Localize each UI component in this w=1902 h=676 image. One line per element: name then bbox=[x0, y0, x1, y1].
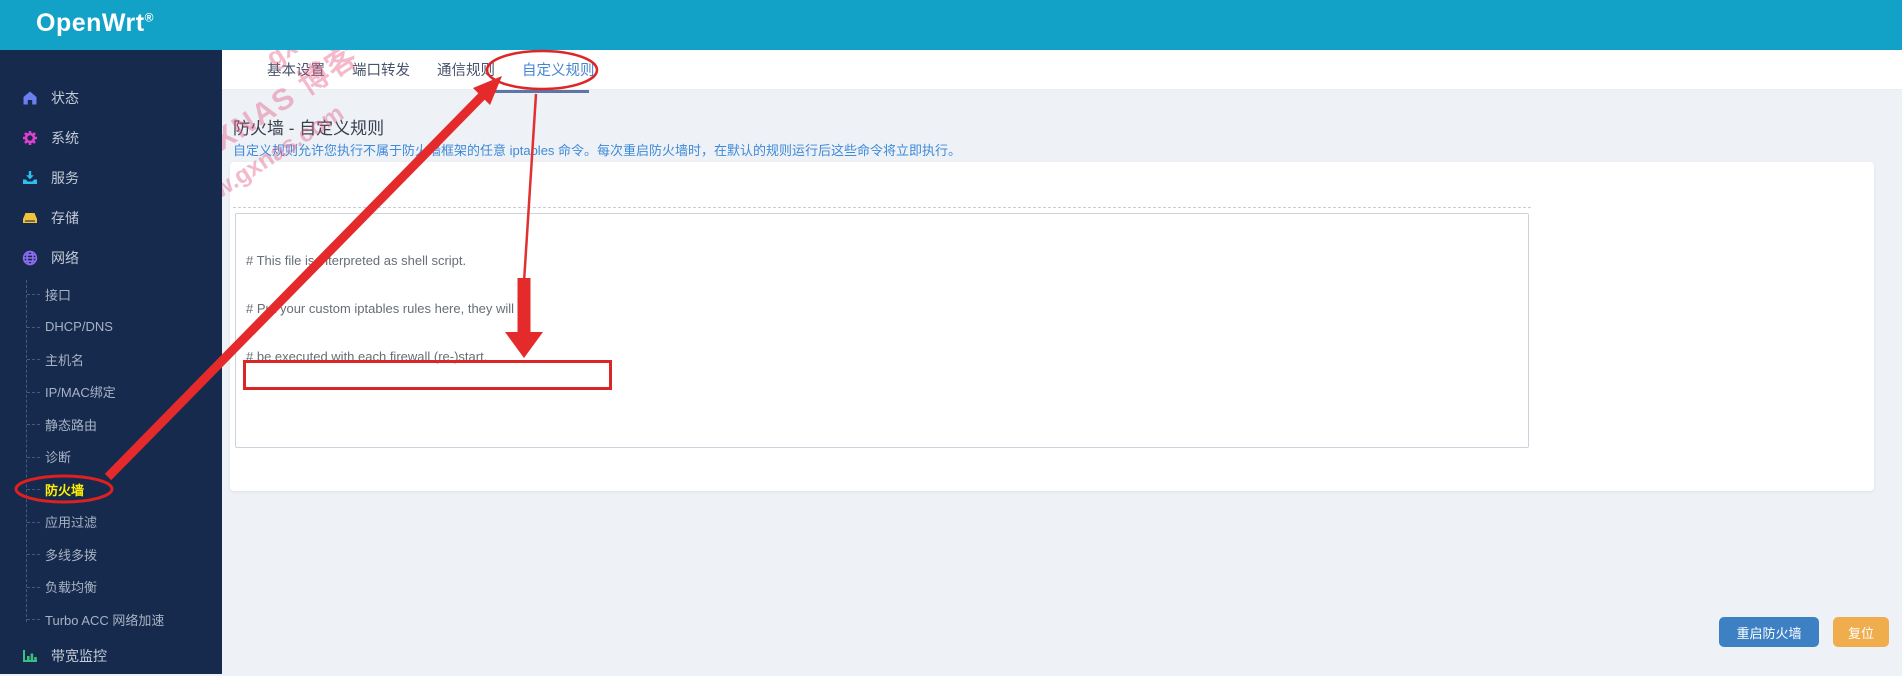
sidebar-item-load-balance[interactable]: 负载均衡 bbox=[0, 571, 222, 604]
restart-firewall-button[interactable]: 重启防火墙 bbox=[1719, 617, 1819, 647]
sub-item-label: 主机名 bbox=[45, 352, 85, 368]
sidebar-item-system[interactable]: 系统 bbox=[0, 118, 222, 158]
sub-item-label: 接口 bbox=[45, 287, 72, 303]
sidebar-item-label: 系统 bbox=[51, 130, 79, 146]
rule-line: # Put your custom iptables rules here, t… bbox=[246, 301, 515, 316]
rule-line: # Internal uci firewall chains are flush… bbox=[246, 445, 1518, 447]
globe-icon bbox=[22, 250, 38, 266]
textarea-resize-handle[interactable] bbox=[1514, 433, 1526, 445]
sidebar-item-bandwidth-monitor[interactable]: 带宽监控 bbox=[0, 636, 222, 676]
tab-traffic-rules[interactable]: 通信规则 bbox=[436, 59, 496, 80]
sidebar-item-label: 状态 bbox=[51, 90, 79, 106]
sidebar-item-status[interactable]: 状态 bbox=[0, 78, 222, 118]
sub-item-label: IP/MAC绑定 bbox=[45, 385, 116, 401]
storage-icon bbox=[22, 210, 38, 226]
sidebar-nav: 状态 系统 服务 存储 网络 接口 DHCP/DNS 主机名 IP/MAC绑定 … bbox=[0, 50, 222, 674]
section-divider bbox=[233, 207, 1531, 208]
sub-item-label: 负载均衡 bbox=[45, 580, 98, 596]
sidebar-item-dhcp-dns[interactable]: DHCP/DNS bbox=[0, 311, 222, 344]
network-submenu: 接口 DHCP/DNS 主机名 IP/MAC绑定 静态路由 诊断 防火墙 应用过… bbox=[0, 278, 222, 636]
sidebar-item-services[interactable]: 服务 bbox=[0, 158, 222, 198]
sub-item-label: 静态路由 bbox=[45, 417, 98, 433]
custom-rules-textarea[interactable]: # This file is interpreted as shell scri… bbox=[235, 213, 1529, 448]
sub-item-label: 应用过滤 bbox=[45, 515, 98, 531]
rule-line: # be executed with each firewall (re-)st… bbox=[246, 349, 488, 364]
sidebar-item-ip-mac-bind[interactable]: IP/MAC绑定 bbox=[0, 376, 222, 409]
tab-general-settings[interactable]: 基本设置 bbox=[266, 59, 326, 80]
sidebar-item-label: 带宽监控 bbox=[51, 647, 107, 664]
sub-item-label: 多线多拨 bbox=[45, 547, 98, 563]
sidebar-item-turbo-acc[interactable]: Turbo ACC 网络加速 bbox=[0, 603, 222, 636]
sidebar-item-label: 网络 bbox=[51, 250, 79, 266]
chart-icon bbox=[22, 648, 38, 664]
sub-item-label: DHCP/DNS bbox=[45, 319, 113, 335]
home-icon bbox=[22, 90, 38, 106]
firewall-tab-bar: 基本设置 端口转发 通信规则 自定义规则 bbox=[222, 50, 1902, 90]
sidebar-item-label: 存储 bbox=[51, 210, 79, 226]
tab-port-forwards[interactable]: 端口转发 bbox=[351, 59, 411, 80]
gear-icon bbox=[22, 130, 38, 146]
sidebar-item-interfaces[interactable]: 接口 bbox=[0, 278, 222, 311]
page-description: 自定义规则允许您执行不属于防火墙框架的任意 iptables 命令。每次重启防火… bbox=[233, 143, 962, 158]
openwrt-logo[interactable]: OpenWrt® bbox=[36, 9, 154, 38]
rule-line bbox=[246, 397, 1518, 413]
sub-item-label: 防火墙 bbox=[45, 482, 85, 498]
sidebar-item-static-route[interactable]: 静态路由 bbox=[0, 408, 222, 441]
sub-item-label: 诊断 bbox=[45, 450, 72, 466]
top-bar: OpenWrt® bbox=[0, 0, 1902, 50]
active-tab-underline bbox=[493, 90, 589, 93]
sidebar-item-app-filter[interactable]: 应用过滤 bbox=[0, 506, 222, 539]
sidebar-item-storage[interactable]: 存储 bbox=[0, 198, 222, 238]
sidebar-item-diagnostics[interactable]: 诊断 bbox=[0, 441, 222, 474]
sidebar-item-label: 服务 bbox=[51, 170, 79, 186]
download-icon bbox=[22, 170, 38, 186]
sub-item-label: Turbo ACC 网络加速 bbox=[45, 612, 165, 628]
page-title: 防火墙 - 自定义规则 bbox=[233, 119, 385, 138]
sidebar-item-network[interactable]: 网络 bbox=[0, 238, 222, 278]
logo-text: OpenWrt bbox=[36, 9, 145, 37]
sidebar-item-hostname[interactable]: 主机名 bbox=[0, 343, 222, 376]
reset-button[interactable]: 复位 bbox=[1833, 617, 1889, 647]
sidebar-item-firewall[interactable]: 防火墙 bbox=[0, 473, 222, 506]
sidebar-item-multi-wan[interactable]: 多线多拨 bbox=[0, 538, 222, 571]
tab-custom-rules[interactable]: 自定义规则 bbox=[521, 59, 596, 80]
rule-line: # This file is interpreted as shell scri… bbox=[246, 253, 467, 268]
registered-mark: ® bbox=[144, 10, 154, 25]
